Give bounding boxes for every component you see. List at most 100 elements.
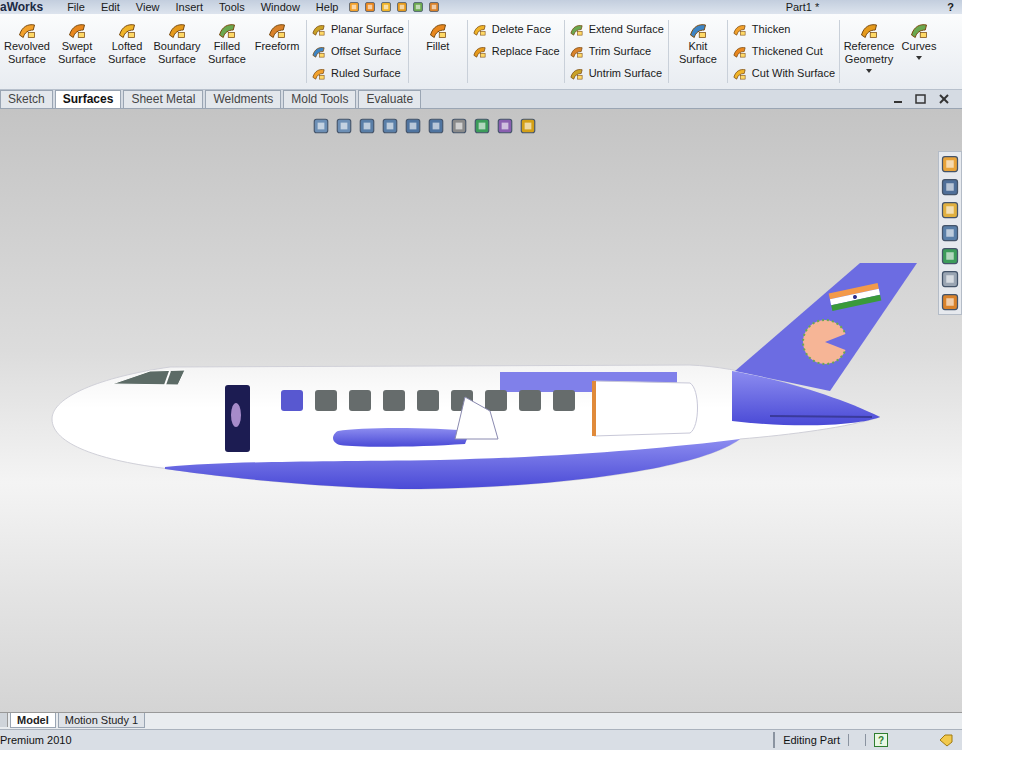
ribbon-label: Swept Surface	[52, 40, 102, 66]
task-pane-icon[interactable]	[940, 292, 960, 312]
menu-item[interactable]: Window	[255, 0, 306, 14]
ribbon-button[interactable]: Filled Surface	[202, 20, 252, 66]
menu-item[interactable]: Insert	[170, 0, 210, 14]
command-tab[interactable]: Sketch	[0, 90, 53, 108]
airplane-model[interactable]	[0, 109, 962, 712]
ribbon-label: Planar Surface	[331, 21, 404, 38]
task-pane-icon[interactable]	[940, 223, 960, 243]
command-tab[interactable]: Sheet Metal	[123, 90, 203, 108]
view-tool-icon[interactable]	[473, 117, 491, 135]
ribbon-button[interactable]: Offset Surface	[311, 42, 404, 60]
help-button[interactable]: ?	[943, 0, 958, 14]
ribbon-button[interactable]: Planar Surface	[311, 20, 404, 38]
toolbar-button-icon[interactable]	[380, 1, 392, 13]
wing[interactable]	[333, 428, 470, 447]
ribbon-label: Reference Geometry	[844, 40, 895, 66]
fuselage[interactable]	[52, 365, 880, 489]
menu-item[interactable]: File	[61, 0, 91, 14]
engine-nacelle[interactable]	[594, 381, 698, 436]
status-divider	[848, 734, 866, 746]
ribbon-button[interactable]: Boundary Surface	[152, 20, 202, 66]
command-tab[interactable]: Mold Tools	[283, 90, 356, 108]
ribbon-button[interactable]: Revolved Surface	[2, 20, 52, 66]
tag-icon[interactable]	[938, 733, 954, 747]
view-tool-icon[interactable]	[519, 117, 537, 135]
model-tab[interactable]: Model	[10, 713, 56, 728]
ribbon-button[interactable]: Untrim Surface	[569, 64, 664, 82]
view-tool-icon[interactable]	[404, 117, 422, 135]
app-logo: aWorks	[0, 0, 57, 14]
ribbon-button[interactable]: Extend Surface	[569, 20, 664, 38]
toolbar-button-icon[interactable]	[428, 1, 440, 13]
ribbon-button[interactable]: Fillet	[413, 20, 463, 53]
belly-stripe	[165, 439, 740, 489]
quick-tips-button[interactable]: ?	[874, 733, 888, 747]
menu-item[interactable]: Tools	[213, 0, 251, 14]
toolbar-button-icon[interactable]	[412, 1, 424, 13]
ribbon-group: Revolved SurfaceSwept SurfaceLofted Surf…	[2, 20, 302, 66]
surface-tool-icon	[472, 44, 487, 59]
view-tool-icon[interactable]	[450, 117, 468, 135]
airline-logo-icon	[803, 320, 848, 364]
tail-fin[interactable]	[735, 263, 917, 391]
view-tool-icon[interactable]	[427, 117, 445, 135]
flag-icon	[829, 283, 882, 311]
ribbon-button[interactable]: Replace Face	[472, 42, 560, 60]
command-tab[interactable]: Evaluate	[358, 90, 421, 108]
ribbon-button[interactable]: Swept Surface	[52, 20, 102, 66]
view-tool-icon[interactable]	[358, 117, 376, 135]
task-pane-icon[interactable]	[940, 200, 960, 220]
view-tool-icon[interactable]	[381, 117, 399, 135]
model-tab[interactable]: Motion Study 1	[58, 713, 145, 728]
toolbar-button-icon[interactable]	[396, 1, 408, 13]
view-tool-icon[interactable]	[335, 117, 353, 135]
ribbon-button[interactable]: Trim Surface	[569, 42, 664, 60]
task-pane-icon[interactable]	[940, 269, 960, 289]
document-title: Part1 *	[786, 0, 820, 14]
surface-tool-icon	[909, 20, 929, 40]
ribbon-button[interactable]: Freeform	[252, 20, 302, 66]
surface-tool-icon	[311, 66, 326, 81]
ribbon-button[interactable]: Delete Face	[472, 20, 560, 38]
graphics-area[interactable]	[0, 109, 962, 712]
ribbon-button[interactable]: Knit Surface	[673, 20, 723, 66]
group-separator	[839, 20, 840, 83]
toolbar-button-icon[interactable]	[348, 1, 360, 13]
ribbon-button[interactable]: Ruled Surface	[311, 64, 404, 82]
ribbon-button[interactable]: Curves	[894, 20, 944, 73]
group-separator	[306, 20, 307, 83]
view-tool-icon[interactable]	[496, 117, 514, 135]
command-tab[interactable]: Surfaces	[55, 90, 122, 108]
ribbon-label: Freeform	[255, 40, 300, 53]
ribbon-button[interactable]: Thicken	[732, 20, 835, 38]
menu-item[interactable]: View	[130, 0, 166, 14]
scroll-arrow-icon[interactable]	[0, 713, 8, 727]
menu-bar: aWorks File Edit View InsertTools Window Help P…	[0, 0, 962, 14]
dropdown-arrow-icon[interactable]	[916, 56, 922, 60]
ribbon-label: Untrim Surface	[589, 65, 662, 82]
ribbon-label: Fillet	[426, 40, 449, 53]
dropdown-arrow-icon[interactable]	[866, 69, 872, 73]
ribbon-group: Extend Surface Trim Surface Untrim Surface	[569, 20, 664, 82]
menu-item[interactable]: Help	[310, 0, 345, 14]
surface-tool-icon	[267, 20, 287, 40]
view-tool-icon[interactable]	[312, 117, 330, 135]
cabin-door	[225, 385, 250, 452]
toolbar-button-icon[interactable]	[364, 1, 376, 13]
surface-tool-icon	[17, 20, 37, 40]
task-pane-icon[interactable]	[940, 154, 960, 174]
menu-item[interactable]: Edit	[95, 0, 126, 14]
group-separator	[564, 20, 565, 83]
task-pane-icon[interactable]	[940, 177, 960, 197]
group-separator	[408, 20, 409, 83]
ribbon-group: Knit Surface	[673, 20, 723, 66]
surface-tool-icon	[569, 66, 584, 81]
ribbon-button[interactable]: Thickened Cut	[732, 42, 835, 60]
ribbon-button[interactable]: Cut With Surface	[732, 64, 835, 82]
window-controls-icon[interactable]	[892, 93, 954, 105]
task-pane-icon[interactable]	[940, 246, 960, 266]
ribbon-button[interactable]: Lofted Surface	[102, 20, 152, 66]
ribbon-button[interactable]: Reference Geometry	[844, 20, 894, 73]
command-tab[interactable]: Weldments	[205, 90, 281, 108]
cad-window: aWorks File Edit View InsertTools Window Help P…	[0, 0, 962, 750]
